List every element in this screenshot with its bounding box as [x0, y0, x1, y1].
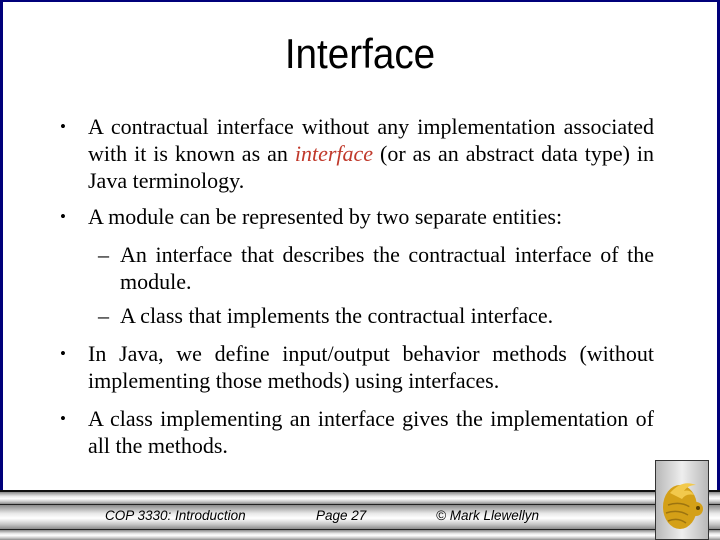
bullet-text: A contractual interface without any impl… — [88, 113, 654, 194]
bullet-icon: • — [60, 207, 66, 226]
dash-icon: – — [98, 303, 109, 328]
highlight-term: interface — [294, 141, 374, 166]
bullet-icon: • — [60, 117, 66, 136]
bullet-icon: • — [60, 409, 66, 428]
bullet-text: In Java, we define input/output behavior… — [88, 341, 654, 393]
footer-page-number: Page 27 — [316, 508, 367, 523]
sub-bullet-text: A class that implements the contractual … — [120, 303, 554, 328]
pegasus-logo-graphic — [663, 483, 703, 529]
pegasus-logo-icon — [655, 460, 709, 540]
dash-icon: – — [98, 242, 109, 267]
slide-title: Interface — [284, 30, 436, 77]
bullet-text: A class implementing an interface gives … — [88, 406, 654, 458]
footer-band-bottom — [0, 529, 720, 540]
footer-course: COP 3330: Introduction — [105, 508, 246, 523]
bullet-icon: • — [60, 344, 66, 363]
footer-author: © Mark Llewellyn — [436, 508, 539, 523]
footer-band-top — [0, 490, 720, 504]
slide-footer: COP 3330: Introduction Page 27 © Mark Ll… — [0, 490, 720, 540]
bullet-text: A module can be represented by two separ… — [88, 204, 563, 229]
sub-bullet-text: An interface that describes the contract… — [120, 242, 654, 294]
